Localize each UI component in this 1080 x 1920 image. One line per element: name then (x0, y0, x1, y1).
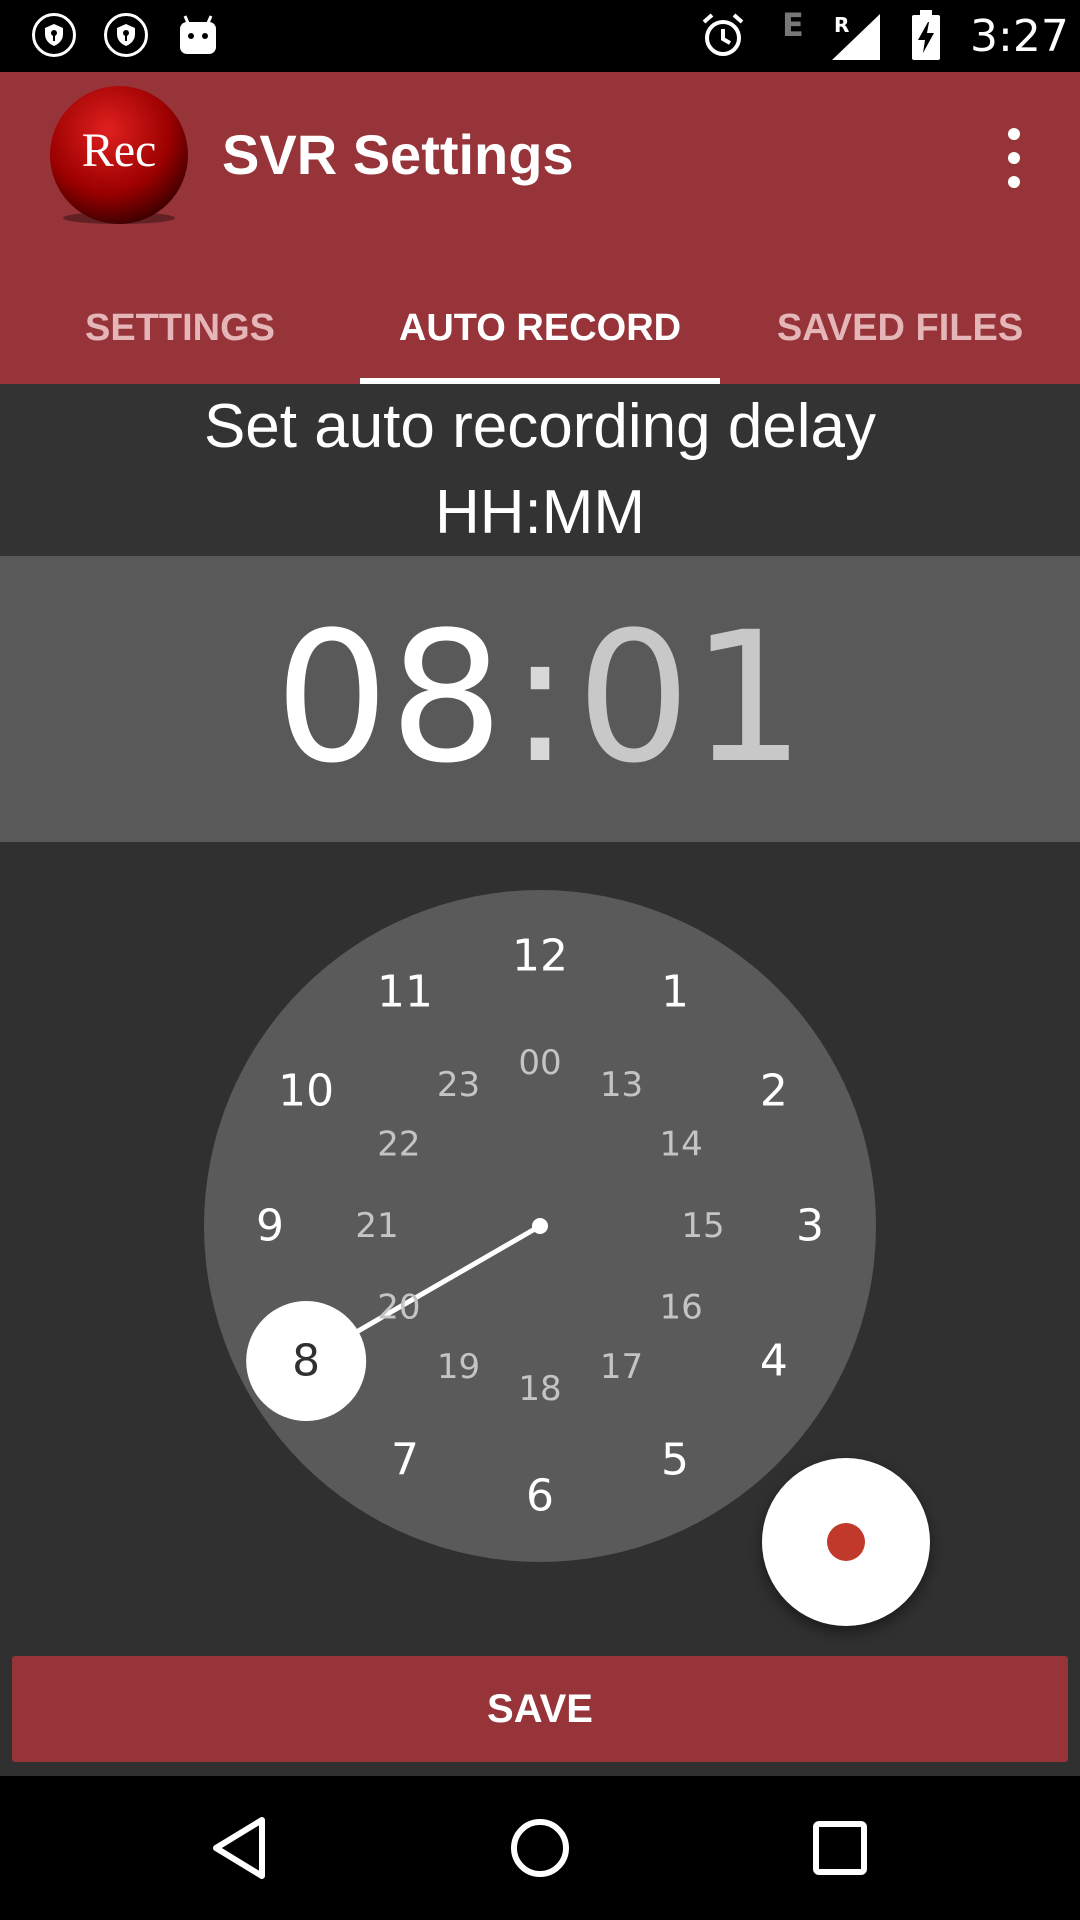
delay-heading-line1: Set auto recording delay (203, 392, 877, 461)
hour-inner-14[interactable]: 14 (660, 1125, 703, 1165)
delay-heading: Set auto recording delay HH:MM (0, 384, 1080, 556)
hour-inner-22[interactable]: 22 (377, 1125, 420, 1165)
clock-center-dot (532, 1218, 548, 1234)
status-bar: E R 3:27 (0, 0, 1080, 72)
hour-outer-7[interactable]: 7 (391, 1434, 419, 1485)
time-display: 08 : 01 (0, 556, 1080, 842)
app-title: SVR Settings (222, 123, 574, 186)
battery-charging-icon (910, 10, 942, 65)
status-time: 3:27 (970, 11, 1069, 62)
hour-outer-9[interactable]: 9 (256, 1201, 284, 1252)
delay-heading-line2: HH:MM (434, 478, 646, 547)
record-dot-icon (827, 1523, 865, 1561)
signal-icon: R (832, 13, 880, 65)
hour-outer-4[interactable]: 4 (760, 1336, 788, 1387)
time-hours[interactable]: 08 (275, 609, 504, 789)
shield-icon (104, 13, 148, 57)
logo-text: Rec (82, 124, 157, 177)
hour-outer-6[interactable]: 6 (526, 1471, 554, 1522)
save-button[interactable]: SAVE (12, 1656, 1068, 1762)
android-icon (176, 14, 220, 61)
app-bar: Rec SVR Settings SETTINGS AUTO RECORD SA… (0, 72, 1080, 384)
hour-outer-8[interactable]: 8 (292, 1336, 320, 1387)
home-icon[interactable] (504, 1812, 576, 1884)
hour-inner-21[interactable]: 21 (355, 1206, 398, 1246)
tab-auto-record[interactable]: AUTO RECORD (360, 272, 720, 384)
record-button[interactable] (762, 1458, 930, 1626)
tab-bar: SETTINGS AUTO RECORD SAVED FILES (0, 272, 1080, 384)
back-icon[interactable] (206, 1812, 278, 1884)
hour-inner-18[interactable]: 18 (518, 1369, 561, 1409)
hour-outer-11[interactable]: 11 (377, 967, 433, 1018)
time-minutes[interactable]: 01 (576, 609, 805, 789)
recents-icon[interactable] (804, 1812, 876, 1884)
hour-outer-3[interactable]: 3 (796, 1201, 824, 1252)
more-vert-icon[interactable] (990, 128, 1038, 188)
hour-inner-23[interactable]: 23 (437, 1065, 480, 1105)
roaming-label: R (834, 14, 849, 37)
tab-settings[interactable]: SETTINGS (0, 272, 360, 384)
rec-logo: Rec (48, 84, 190, 226)
hour-inner-17[interactable]: 17 (600, 1347, 643, 1387)
hour-outer-5[interactable]: 5 (661, 1434, 689, 1485)
hour-outer-10[interactable]: 10 (278, 1066, 334, 1117)
hour-inner-13[interactable]: 13 (600, 1065, 643, 1105)
hour-inner-19[interactable]: 19 (437, 1347, 480, 1387)
shield-icon (32, 13, 76, 57)
hour-inner-00[interactable]: 00 (518, 1043, 561, 1083)
hour-outer-2[interactable]: 2 (760, 1066, 788, 1117)
hour-outer-1[interactable]: 1 (661, 967, 689, 1018)
hour-inner-20[interactable]: 20 (377, 1288, 420, 1328)
alarm-icon (700, 12, 746, 63)
tab-saved-files[interactable]: SAVED FILES (720, 272, 1080, 384)
hour-outer-12[interactable]: 12 (512, 931, 568, 982)
hour-inner-16[interactable]: 16 (660, 1288, 703, 1328)
time-separator: : (509, 594, 571, 803)
hour-inner-15[interactable]: 15 (681, 1206, 724, 1246)
nav-bar (0, 1776, 1080, 1920)
network-type-label: E (782, 6, 804, 44)
